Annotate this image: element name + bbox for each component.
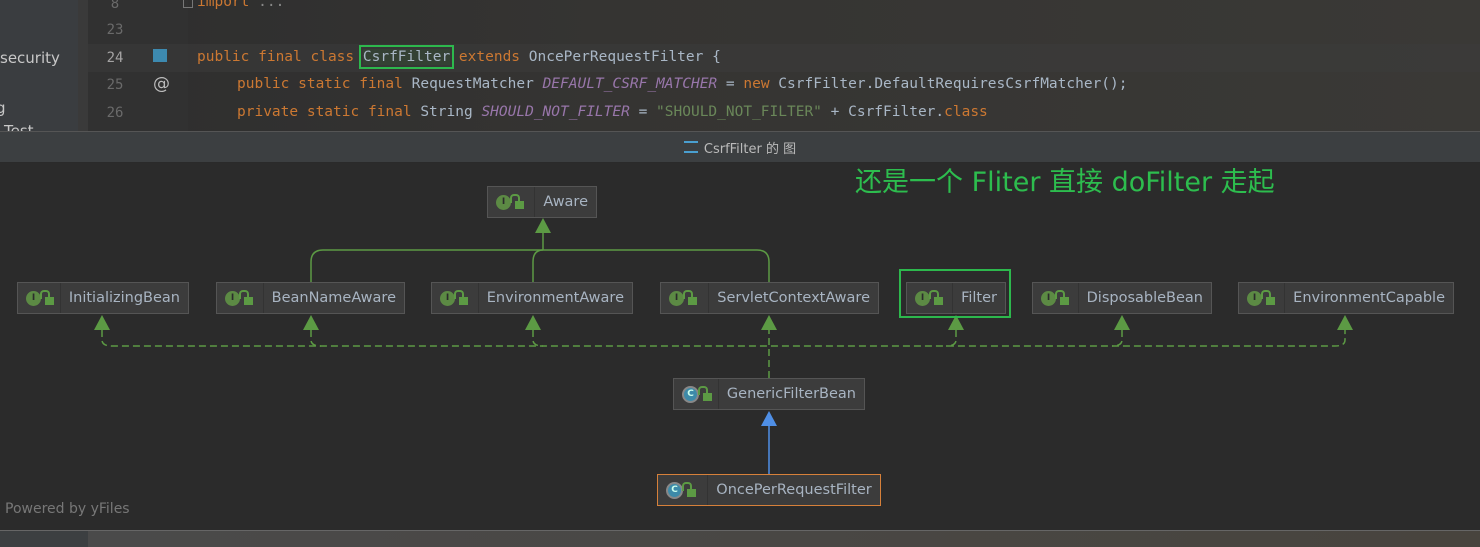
diagram-node[interactable]: I InitializingBean — [17, 282, 189, 314]
diagram-node[interactable]: I Aware — [487, 186, 597, 218]
node-label: OncePerRequestFilter — [716, 482, 872, 498]
node-icons: C — [674, 379, 719, 409]
diagram-node[interactable]: I BeanNameAware — [216, 282, 405, 314]
node-label: Filter — [961, 290, 997, 306]
powered-by-label: Powered by yFiles — [5, 501, 130, 517]
diagram-node[interactable]: I EnvironmentCapable — [1238, 282, 1454, 314]
interface-icon: I — [669, 290, 684, 306]
edge-implements — [310, 249, 770, 282]
node-label: Aware — [543, 194, 588, 210]
diagram-edges — [94, 218, 1353, 474]
arrowhead — [525, 315, 541, 330]
node-icons: I — [1239, 283, 1286, 313]
interface-icon: I — [1041, 290, 1056, 306]
edge-implements — [1111, 330, 1123, 347]
node-label: GenericFilterBean — [726, 386, 856, 402]
diagram-node[interactable]: C GenericFilterBean — [673, 378, 865, 410]
public-access-icon — [698, 385, 712, 401]
diagram-node[interactable]: I EnvironmentAware — [431, 282, 633, 314]
node-label: InitializingBean — [68, 290, 180, 306]
node-icons: I — [432, 283, 479, 313]
node-label: DisposableBean — [1086, 290, 1203, 306]
node-icons: I — [217, 283, 264, 313]
public-access-icon — [510, 193, 524, 209]
edge-implements — [945, 330, 957, 347]
arrowhead — [94, 315, 110, 330]
interface-icon: I — [496, 194, 511, 210]
public-access-icon — [1055, 289, 1069, 305]
public-access-icon — [1261, 289, 1275, 305]
node-icons: I — [18, 283, 61, 313]
public-access-icon — [683, 289, 697, 305]
public-access-icon — [929, 289, 943, 305]
node-label: ServletContextAware — [717, 290, 870, 306]
node-icons: I — [488, 187, 536, 217]
interface-icon: I — [1247, 290, 1262, 306]
public-access-icon — [239, 289, 253, 305]
diagram-node[interactable]: I DisposableBean — [1032, 282, 1212, 314]
arrowhead — [761, 411, 777, 426]
abstract-class-icon: C — [682, 385, 699, 403]
arrowhead — [1114, 315, 1130, 330]
abstract-class-icon: C — [666, 481, 683, 499]
public-access-icon — [40, 289, 54, 305]
editor-bottom-strip — [0, 530, 1480, 547]
annotation-text: 还是一个 Fliter 直接 doFilter 走起 — [855, 167, 1275, 198]
node-icons: C — [658, 475, 708, 505]
arrowhead — [303, 315, 319, 330]
diagram-node[interactable]: I ServletContextAware — [660, 282, 879, 314]
edge-implements — [310, 330, 322, 347]
edge-implements — [532, 249, 544, 282]
node-label: BeanNameAware — [271, 290, 396, 306]
public-access-icon — [454, 289, 468, 305]
interface-icon: I — [26, 290, 41, 306]
arrowhead — [535, 218, 551, 233]
edge-implements — [101, 330, 1346, 347]
interface-icon: I — [225, 290, 240, 306]
public-access-icon — [682, 481, 696, 497]
node-icons: I — [907, 283, 954, 313]
node-icons: I — [1033, 283, 1079, 313]
interface-icon: I — [915, 290, 930, 306]
diagram-node[interactable]: C OncePerRequestFilter — [657, 474, 881, 506]
diagram-node[interactable]: I Filter — [906, 282, 1006, 314]
node-label: EnvironmentCapable — [1293, 290, 1445, 306]
arrowhead — [761, 315, 777, 330]
node-icons: I — [661, 283, 710, 313]
interface-icon: I — [440, 290, 455, 306]
node-label: EnvironmentAware — [486, 290, 624, 306]
arrowhead — [1337, 315, 1353, 330]
edge-implements — [532, 330, 544, 347]
